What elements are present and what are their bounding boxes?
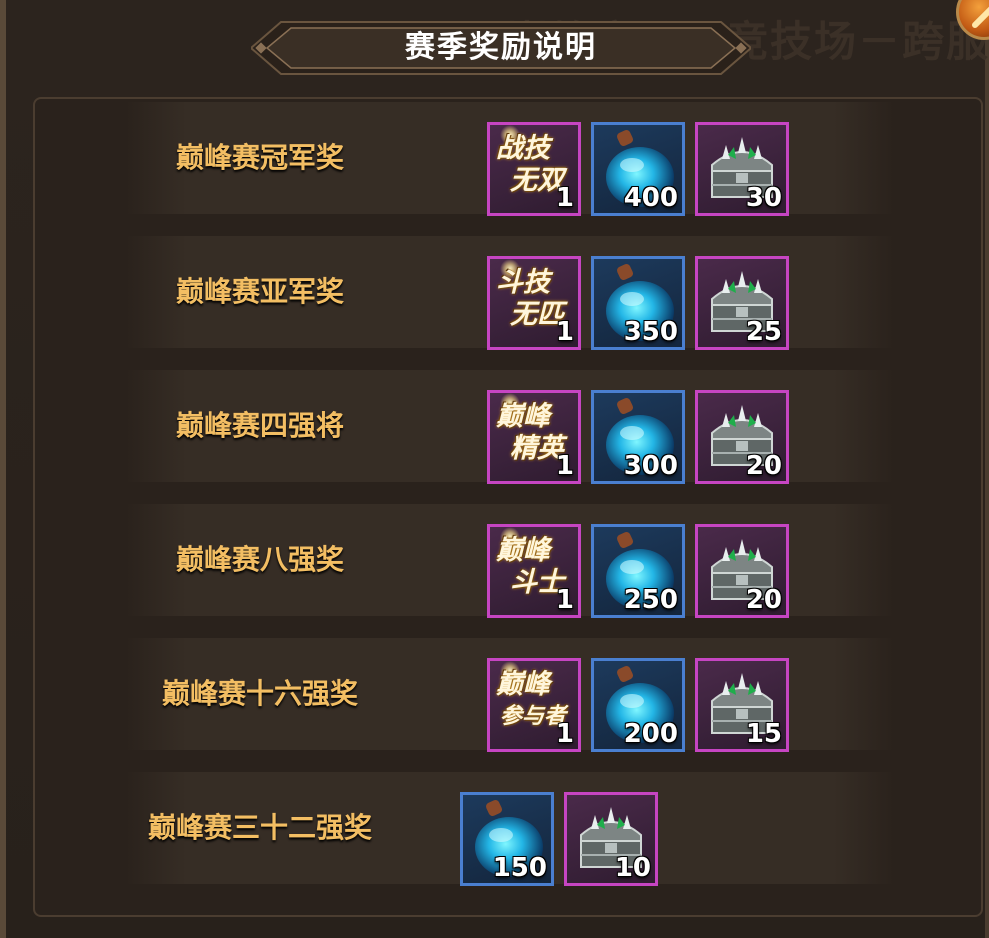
item-quantity: 1: [555, 585, 574, 615]
chest-item[interactable]: 25: [695, 256, 789, 350]
reward-tier-label: 巅峰赛亚军奖: [175, 275, 344, 308]
title-badge-item[interactable]: 战技 无双 1: [487, 122, 581, 216]
reward-tier-label: 巅峰赛冠军奖: [175, 141, 344, 174]
reward-tier-label: 巅峰赛八强奖: [175, 543, 344, 576]
item-quantity: 250: [623, 585, 678, 615]
potion-item[interactable]: 400: [591, 122, 685, 216]
title-badge-item[interactable]: 巅峰 精英 1: [487, 390, 581, 484]
title-banner: 赛季奖励说明: [251, 20, 751, 76]
reward-row: 巅峰赛十六强奖 巅峰 参与者 1 200 15: [125, 638, 895, 752]
title-badge-item[interactable]: 斗技 无匹 1: [487, 256, 581, 350]
reward-row: 巅峰赛亚军奖 斗技 无匹 1 350 25: [125, 236, 895, 350]
reward-panel: 巅峰赛公平竞技场－跨服 赛季奖励说明 巅峰赛冠军奖 战技 无双 1 400 30 巅峰赛亚军…: [0, 0, 989, 938]
badge-line-1: 战技: [496, 133, 550, 164]
chest-item[interactable]: 20: [695, 390, 789, 484]
item-quantity: 1: [555, 183, 574, 213]
potion-item[interactable]: 250: [591, 524, 685, 618]
chest-item[interactable]: 30: [695, 122, 789, 216]
reward-row: 巅峰赛冠军奖 战技 无双 1 400 30: [125, 102, 895, 216]
item-quantity: 1: [555, 451, 574, 481]
item-quantity: 1: [555, 317, 574, 347]
potion-item[interactable]: 350: [591, 256, 685, 350]
reward-list: 巅峰赛冠军奖 战技 无双 1 400 30 巅峰赛亚军奖 斗技 无匹 1 350 25 巅峰赛四强将 巅峰…: [33, 97, 983, 917]
reward-tier-label: 巅峰赛四强将: [175, 409, 344, 442]
page-title: 赛季奖励说明: [405, 30, 597, 65]
item-quantity: 30: [745, 183, 782, 213]
item-quantity: 10: [614, 853, 651, 883]
reward-row: 巅峰赛八强奖 巅峰 斗士 1 250 20: [125, 504, 895, 618]
badge-line-1: 斗技: [496, 267, 550, 298]
badge-line-1: 巅峰: [496, 535, 550, 566]
item-quantity: 350: [623, 317, 678, 347]
close-icon: [972, 6, 989, 28]
item-quantity: 25: [745, 317, 782, 347]
potion-item[interactable]: 200: [591, 658, 685, 752]
item-quantity: 300: [623, 451, 678, 481]
chest-item[interactable]: 15: [695, 658, 789, 752]
title-badge-item[interactable]: 巅峰 参与者 1: [487, 658, 581, 752]
badge-line-1: 巅峰: [496, 401, 550, 432]
badge-line-1: 巅峰: [496, 669, 550, 700]
reward-tier-label: 巅峰赛十六强奖: [161, 677, 358, 710]
reward-row: 巅峰赛四强将 巅峰 精英 1 300 20: [125, 370, 895, 484]
chest-item[interactable]: 10: [564, 792, 658, 886]
item-quantity: 400: [623, 183, 678, 213]
title-badge-item[interactable]: 巅峰 斗士 1: [487, 524, 581, 618]
reward-tier-label: 巅峰赛三十二强奖: [147, 811, 372, 844]
potion-item[interactable]: 300: [591, 390, 685, 484]
potion-item[interactable]: 150: [460, 792, 554, 886]
item-quantity: 15: [745, 719, 782, 749]
item-quantity: 20: [745, 585, 782, 615]
reward-row: 巅峰赛三十二强奖 150 10: [125, 772, 895, 886]
item-quantity: 200: [623, 719, 678, 749]
item-quantity: 1: [555, 719, 574, 749]
item-quantity: 20: [745, 451, 782, 481]
chest-item[interactable]: 20: [695, 524, 789, 618]
item-quantity: 150: [492, 853, 547, 883]
